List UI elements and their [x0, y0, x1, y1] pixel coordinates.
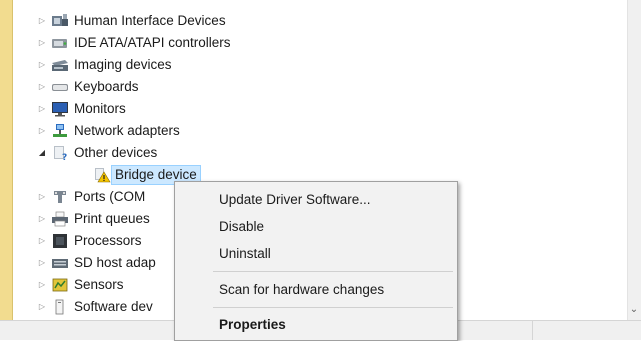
keyboard-icon [51, 79, 69, 95]
expand-arrow-icon[interactable]: ▷ [37, 38, 47, 48]
device-manager-window: ▷ Human Interface Devices ▷ IDE ATA/ATAP… [0, 0, 641, 341]
sd-host-icon [51, 255, 69, 271]
tree-item-imaging-devices[interactable]: ▷ Imaging devices [13, 54, 613, 76]
menu-item-update-driver-software[interactable]: Update Driver Software... [176, 187, 456, 211]
menu-item-uninstall[interactable]: Uninstall [176, 241, 456, 265]
menu-item-label: Disable [219, 219, 265, 234]
vertical-scrollbar[interactable] [627, 0, 641, 320]
tree-item-label: SD host adap [74, 255, 156, 270]
tree-item-network-adapters[interactable]: ▷ Network adapters [13, 120, 613, 142]
menu-item-properties[interactable]: Properties [176, 312, 456, 336]
tree-item-keyboards[interactable]: ▷ Keyboards [13, 76, 613, 98]
left-border-strip [0, 0, 13, 339]
collapse-arrow-icon[interactable]: ◢ [37, 148, 47, 158]
tree-item-other-devices[interactable]: ◢ ? Other devices [13, 142, 613, 164]
expand-arrow-icon[interactable]: ▷ [37, 280, 47, 290]
scroll-down-arrow-icon[interactable]: ⌄ [627, 301, 641, 319]
expand-arrow-icon[interactable]: ▷ [37, 214, 47, 224]
menu-item-label: Properties [219, 317, 286, 332]
expand-arrow-icon[interactable]: ▷ [37, 104, 47, 114]
menu-separator [213, 271, 453, 272]
port-icon [51, 189, 69, 205]
expand-arrow-icon[interactable]: ▷ [37, 126, 47, 136]
menu-item-label: Uninstall [219, 246, 271, 261]
ide-controller-icon [51, 35, 69, 51]
tree-item-label: Ports (COM [74, 189, 146, 204]
tree-item-label: IDE ATA/ATAPI controllers [74, 35, 231, 50]
menu-item-label: Scan for hardware changes [219, 282, 385, 297]
menu-item-scan-for-hardware-changes[interactable]: Scan for hardware changes [176, 277, 456, 301]
tree-item-label: Print queues [74, 211, 150, 226]
tree-item-label: Other devices [74, 145, 158, 160]
menu-item-label: Update Driver Software... [219, 192, 371, 207]
status-cell [532, 321, 640, 340]
sensor-icon [51, 277, 69, 293]
menu-separator [213, 307, 453, 308]
expand-arrow-icon[interactable]: ▷ [37, 82, 47, 92]
tree-item-label: Human Interface Devices [74, 13, 226, 28]
software-device-icon [51, 299, 69, 315]
menu-item-disable[interactable]: Disable [176, 214, 456, 238]
expand-arrow-icon[interactable]: ▷ [37, 258, 47, 268]
expand-arrow-icon[interactable]: ▷ [37, 16, 47, 26]
svg-text:?: ? [62, 153, 67, 161]
processor-icon [51, 233, 69, 249]
tree-item-monitors[interactable]: ▷ Monitors [13, 98, 613, 120]
tree-item-label: Sensors [74, 277, 124, 292]
expand-arrow-icon[interactable]: ▷ [37, 60, 47, 70]
other-devices-icon: ? [51, 145, 69, 163]
printer-icon [51, 211, 69, 227]
expand-arrow-icon[interactable]: ▷ [37, 192, 47, 202]
tree-item-label: Software dev [74, 299, 153, 314]
context-menu: Update Driver Software... Disable Uninst… [174, 181, 458, 341]
hid-icon [51, 13, 69, 29]
tree-item-label: Monitors [74, 101, 126, 116]
tree-item-label: Processors [74, 233, 142, 248]
warning-device-icon [93, 167, 111, 183]
tree-item-ide-ata-atapi-controllers[interactable]: ▷ IDE ATA/ATAPI controllers [13, 32, 613, 54]
tree-item-label: Imaging devices [74, 57, 172, 72]
network-adapter-icon [51, 123, 69, 139]
expand-arrow-icon[interactable]: ▷ [37, 236, 47, 246]
tree-item-human-interface-devices[interactable]: ▷ Human Interface Devices [13, 10, 613, 32]
scanner-icon [51, 57, 69, 73]
expand-arrow-icon[interactable]: ▷ [37, 302, 47, 312]
tree-item-label: Network adapters [74, 123, 180, 138]
monitor-icon [51, 101, 69, 117]
tree-item-label: Keyboards [74, 79, 139, 94]
